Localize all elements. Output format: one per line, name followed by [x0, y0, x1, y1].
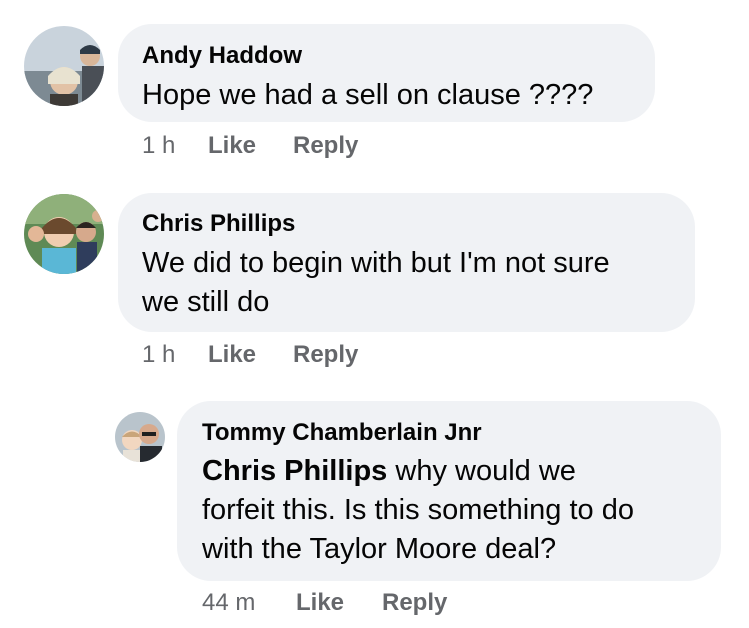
comment-text: we still do — [142, 286, 270, 318]
comment-author[interactable]: Andy Haddow — [142, 42, 302, 70]
comment-text: with the Taylor Moore deal? — [202, 533, 557, 565]
like-button[interactable]: Like — [208, 132, 256, 160]
comment-text: Hope we had a sell on clause ???? — [142, 79, 594, 111]
comment-author[interactable]: Chris Phillips — [142, 210, 295, 238]
comment-text-segment: why would we — [387, 455, 576, 487]
reply-button[interactable]: Reply — [293, 341, 358, 369]
reply-button[interactable]: Reply — [293, 132, 358, 160]
comment-text: We did to begin with but I'm not sure — [142, 247, 610, 279]
avatar[interactable] — [24, 26, 104, 106]
profile-photo-icon — [115, 412, 165, 462]
like-button[interactable]: Like — [296, 589, 344, 617]
comment-author[interactable]: Tommy Chamberlain Jnr — [202, 419, 482, 447]
comment-text: Chris Phillips why would we — [202, 452, 576, 491]
comment-text: forfeit this. Is this something to do — [202, 494, 634, 526]
comment-thread: Andy Haddow Hope we had a sell on clause… — [0, 0, 749, 628]
profile-photo-icon — [24, 26, 104, 106]
reply-button[interactable]: Reply — [382, 589, 447, 617]
comment-time[interactable]: 1 h — [142, 132, 175, 160]
comment-time[interactable]: 44 m — [202, 589, 255, 617]
avatar[interactable] — [115, 412, 165, 462]
like-button[interactable]: Like — [208, 341, 256, 369]
comment-time[interactable]: 1 h — [142, 341, 175, 369]
mention-link[interactable]: Chris Phillips — [202, 455, 387, 487]
profile-photo-icon — [24, 194, 104, 274]
avatar[interactable] — [24, 194, 104, 274]
